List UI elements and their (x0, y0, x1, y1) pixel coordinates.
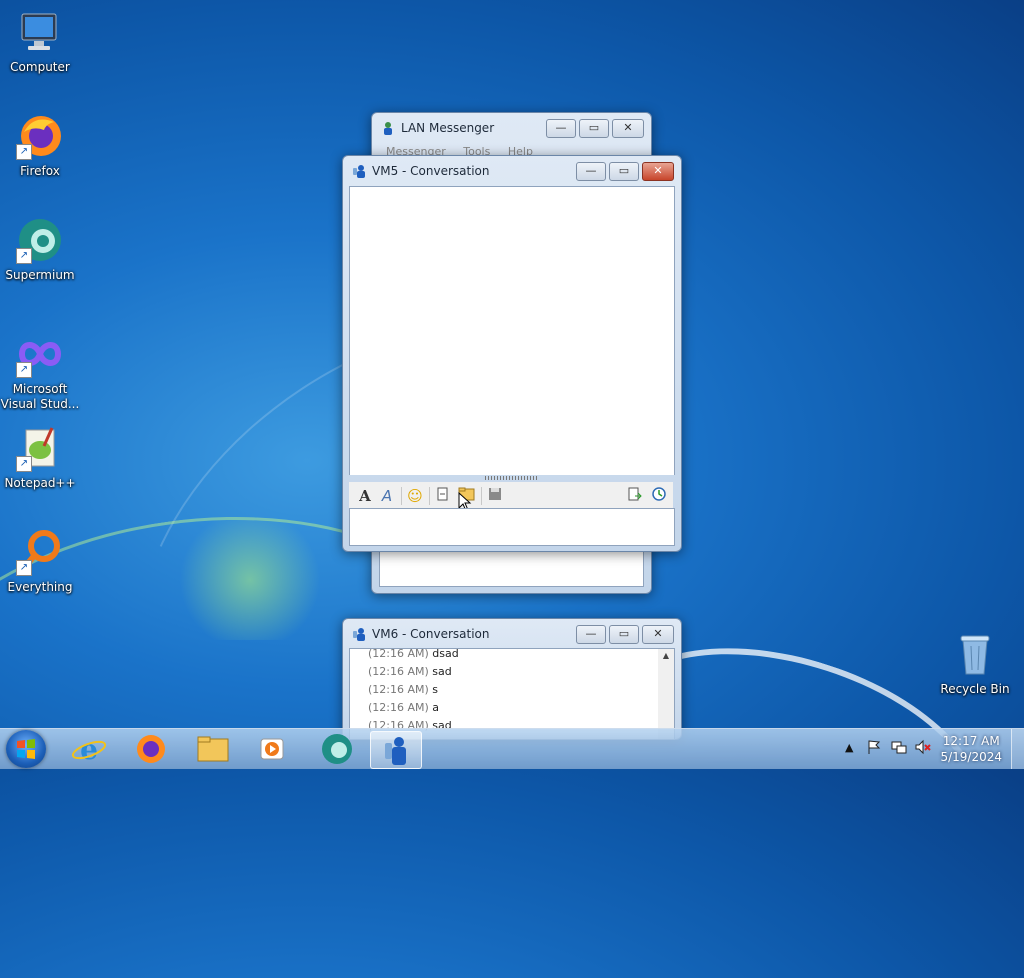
recycle-bin-icon (951, 630, 999, 678)
system-clock[interactable]: 12:17 AM 5/19/2024 (940, 733, 1002, 765)
vm5-titlebar[interactable]: VM5 - Conversation — ▭ ✕ (343, 156, 681, 186)
firefox-icon (137, 735, 165, 763)
lan-messenger-titlebar[interactable]: LAN Messenger — ▭ ✕ (372, 113, 651, 143)
taskbar-lan-messenger[interactable] (370, 731, 422, 769)
volume-muted-icon[interactable] (914, 739, 932, 758)
desktop-icon-firefox[interactable]: ↗ Firefox (0, 112, 80, 179)
transfers-icon[interactable] (625, 486, 645, 506)
desktop-icon-everything[interactable]: ↗ Everything (0, 528, 80, 595)
toolbar-separator (429, 487, 430, 505)
taskbar-internet-explorer[interactable]: e (64, 731, 114, 767)
conversation-icon (352, 164, 366, 178)
lan-messenger-icon (381, 121, 395, 135)
chat-message: (12:16 AM) dsad (368, 648, 459, 660)
clock-time: 12:17 AM (942, 734, 1000, 748)
shortcut-arrow-icon: ↗ (16, 362, 32, 378)
desktop-icon-label: Notepad++ (4, 476, 76, 490)
vm6-titlebar[interactable]: VM6 - Conversation — ▭ ✕ (343, 619, 681, 649)
vm6-conversation-window[interactable]: VM6 - Conversation — ▭ ✕ (12:16 AM) dsad… (342, 618, 682, 740)
clock-date: 5/19/2024 (940, 750, 1002, 764)
desktop-icon-recycle-bin[interactable]: Recycle Bin (935, 630, 1015, 697)
chat-message: (12:16 AM) sad (368, 665, 452, 678)
splitter-grip[interactable] (485, 476, 539, 480)
show-desktop-button[interactable] (1011, 729, 1024, 769)
minimize-button[interactable]: — (576, 625, 606, 644)
close-button[interactable]: ✕ (612, 119, 644, 138)
send-file-icon[interactable] (433, 486, 453, 506)
vm5-toolbar: A A ☺ (349, 482, 673, 508)
maximize-button[interactable]: ▭ (609, 625, 639, 644)
action-center-flag-icon[interactable] (866, 739, 882, 758)
minimize-button[interactable]: — (546, 119, 576, 138)
shortcut-arrow-icon: ↗ (16, 248, 32, 264)
media-player-icon (260, 738, 284, 760)
window-title: LAN Messenger (401, 121, 495, 135)
start-button[interactable] (6, 730, 46, 768)
shortcut-arrow-icon: ↗ (16, 560, 32, 576)
close-button[interactable]: ✕ (642, 625, 674, 644)
desktop-icon-label: Microsoft Visual Stud... (0, 382, 80, 411)
close-button[interactable]: ✕ (642, 162, 674, 181)
shortcut-arrow-icon: ↗ (16, 456, 32, 472)
desktop-icon-computer[interactable]: Computer (0, 8, 80, 75)
tray-expand-icon[interactable]: ▲ (845, 741, 853, 754)
desktop-icon-supermium[interactable]: ↗ Supermium (0, 216, 80, 283)
supermium-icon (322, 734, 352, 764)
vm6-message-history[interactable]: (12:16 AM) dsad (12:16 AM) sad (12:16 AM… (349, 648, 675, 740)
desktop-icon-label: Firefox (20, 164, 60, 178)
vm5-message-history[interactable] (349, 186, 675, 475)
desktop-icon-label: Recycle Bin (940, 682, 1010, 696)
network-icon[interactable] (890, 739, 908, 758)
notepadpp-icon: ↗ (16, 424, 64, 472)
chat-message: (12:16 AM) s (368, 683, 439, 696)
taskbar-supermium[interactable] (312, 731, 362, 767)
computer-icon (16, 8, 64, 56)
chat-message: (12:16 AM) a (368, 701, 440, 714)
window-title: VM6 - Conversation (372, 627, 490, 641)
windows-logo-icon (17, 739, 35, 759)
maximize-button[interactable]: ▭ (609, 162, 639, 181)
desktop-icon-visual-studio[interactable]: ↗ Microsoft Visual Stud... (0, 330, 80, 412)
supermium-icon: ↗ (16, 216, 64, 264)
shortcut-arrow-icon: ↗ (16, 144, 32, 160)
conversation-icon (352, 627, 366, 641)
everything-icon: ↗ (16, 528, 64, 576)
firefox-icon: ↗ (16, 112, 64, 160)
font-icon[interactable]: A (355, 486, 375, 506)
desktop-icon-notepadpp[interactable]: ↗ Notepad++ (0, 424, 80, 491)
save-icon[interactable] (485, 486, 505, 506)
font-color-icon[interactable]: A (377, 486, 397, 506)
desktop-icon-label: Supermium (5, 268, 75, 282)
window-title: VM5 - Conversation (372, 164, 490, 178)
smiley-icon[interactable]: ☺ (405, 486, 425, 506)
taskbar-media-player[interactable] (248, 731, 298, 767)
folder-icon (197, 736, 229, 762)
lan-messenger-icon (385, 737, 406, 765)
lan-messenger-client (379, 549, 644, 587)
desktop-icon-label: Everything (7, 580, 73, 594)
vm5-message-input[interactable] (349, 508, 675, 546)
visual-studio-icon: ↗ (16, 330, 64, 378)
wallpaper-glow (170, 520, 330, 640)
taskbar: e ▲ 12:17 AM 5/19/2024 (0, 728, 1024, 769)
desktop-icon-label: Computer (10, 60, 70, 74)
taskbar-file-explorer[interactable] (188, 731, 238, 767)
scroll-up-icon[interactable]: ▲ (658, 649, 674, 663)
taskbar-firefox[interactable] (126, 731, 176, 767)
minimize-button[interactable]: — (576, 162, 606, 181)
toolbar-separator (401, 487, 402, 505)
scrollbar[interactable]: ▲ (658, 649, 674, 739)
vm5-conversation-window[interactable]: VM5 - Conversation — ▭ ✕ A A ☺ (342, 155, 682, 552)
svg-text:e: e (80, 733, 98, 766)
toolbar-separator (481, 487, 482, 505)
history-icon[interactable] (649, 486, 669, 506)
internet-explorer-icon: e (71, 733, 107, 766)
maximize-button[interactable]: ▭ (579, 119, 609, 138)
